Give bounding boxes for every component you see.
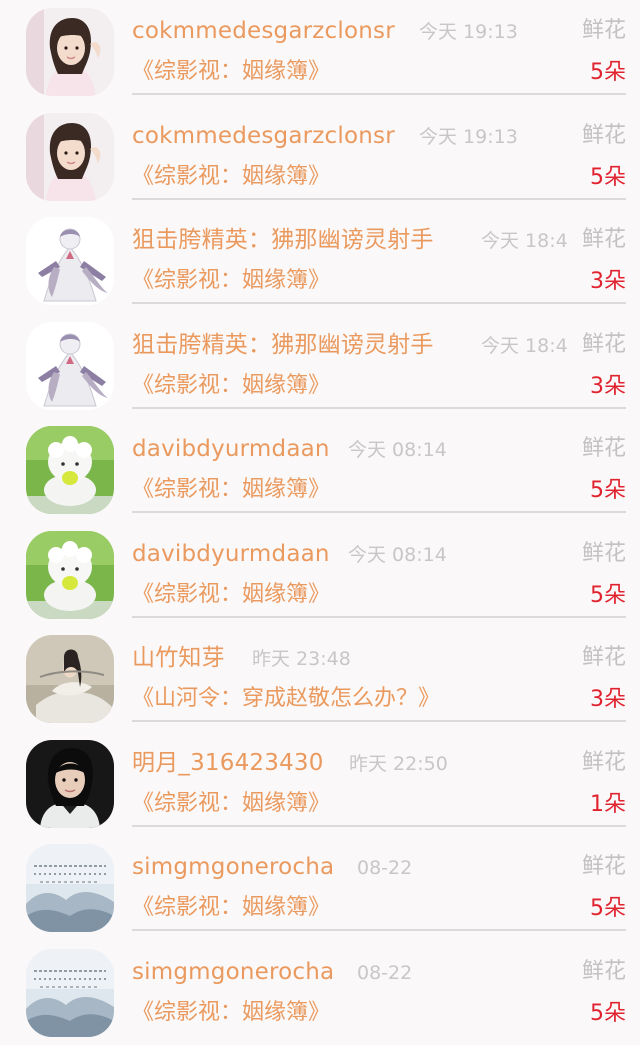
gift-type: 鲜花 xyxy=(580,956,626,988)
gift-type: 鲜花 xyxy=(580,120,626,152)
flower-count: 3朵 xyxy=(590,265,626,299)
gift-type: 鲜花 xyxy=(580,433,626,465)
flower-count: 3朵 xyxy=(590,683,626,717)
list-item[interactable]: cokmmedesgarzclonsr 今天 19:13 鲜花 《综影视：姻缘簿… xyxy=(0,0,640,105)
avatar[interactable] xyxy=(26,8,114,96)
gift-type: 鲜花 xyxy=(580,224,626,256)
user-name[interactable]: cokmmedesgarzclonsr xyxy=(132,119,395,153)
user-name[interactable]: 明月_316423430 xyxy=(132,746,324,780)
user-name[interactable]: cokmmedesgarzclonsr xyxy=(132,14,395,48)
timestamp: 今天 19:13 xyxy=(419,122,518,152)
user-name[interactable]: simgmgonerocha xyxy=(132,850,334,884)
timestamp: 昨天 23:48 xyxy=(252,644,351,674)
divider xyxy=(132,929,626,931)
divider xyxy=(132,93,626,95)
gift-type: 鲜花 xyxy=(580,538,626,570)
flower-count: 1朵 xyxy=(590,788,626,822)
gift-type: 鲜花 xyxy=(580,747,626,779)
list-item[interactable]: davibdyurmdaan 今天 08:14 鲜花 《综影视：姻缘簿》 5朵 xyxy=(0,418,640,523)
divider xyxy=(132,616,626,618)
book-title-link[interactable]: 《山河令：穿成赵敬怎么办？》 xyxy=(132,682,440,716)
flower-count: 5朵 xyxy=(590,161,626,195)
list-item[interactable]: simgmgonerocha 08-22 鲜花 《综影视：姻缘簿》 5朵 xyxy=(0,836,640,941)
list-item[interactable]: 明月_316423430 昨天 22:50 鲜花 《综影视：姻缘簿》 1朵 xyxy=(0,732,640,837)
flower-count: 3朵 xyxy=(590,370,626,404)
book-title-link[interactable]: 《综影视：姻缘簿》 xyxy=(132,473,330,507)
avatar[interactable] xyxy=(26,217,114,305)
avatar[interactable] xyxy=(26,531,114,619)
timestamp: 今天 19:13 xyxy=(419,17,518,47)
avatar[interactable] xyxy=(26,740,114,828)
book-title-link[interactable]: 《综影视：姻缘簿》 xyxy=(132,55,330,89)
divider xyxy=(132,407,626,409)
gift-type: 鲜花 xyxy=(580,851,626,883)
timestamp: 08-22 xyxy=(357,958,412,988)
book-title-link[interactable]: 《综影视：姻缘簿》 xyxy=(132,787,330,821)
flower-gift-list: cokmmedesgarzclonsr 今天 19:13 鲜花 《综影视：姻缘簿… xyxy=(0,0,640,1034)
list-item[interactable]: 山竹知芽 昨天 23:48 鲜花 《山河令：穿成赵敬怎么办？》 3朵 xyxy=(0,627,640,732)
avatar[interactable] xyxy=(26,426,114,514)
timestamp: 今天 18:4 xyxy=(481,226,568,256)
flower-count: 5朵 xyxy=(590,997,626,1031)
divider xyxy=(132,302,626,304)
timestamp: 今天 08:14 xyxy=(348,540,447,570)
book-title-link[interactable]: 《综影视：姻缘簿》 xyxy=(132,369,330,403)
avatar[interactable] xyxy=(26,322,114,410)
book-title-link[interactable]: 《综影视：姻缘簿》 xyxy=(132,996,330,1030)
timestamp: 今天 08:14 xyxy=(348,435,447,465)
list-item[interactable]: 狙击胯精英：狒那幽谤灵射手 今天 18:4 鲜花 《综影视：姻缘簿》 3朵 xyxy=(0,314,640,419)
flower-count: 5朵 xyxy=(590,474,626,508)
user-name[interactable]: 山竹知芽 xyxy=(132,641,225,675)
timestamp: 今天 18:4 xyxy=(481,331,568,361)
user-name[interactable]: simgmgonerocha xyxy=(132,955,334,989)
timestamp: 08-22 xyxy=(357,853,412,883)
divider xyxy=(132,198,626,200)
divider xyxy=(132,720,626,722)
avatar[interactable] xyxy=(26,635,114,723)
book-title-link[interactable]: 《综影视：姻缘簿》 xyxy=(132,891,330,925)
divider xyxy=(132,825,626,827)
user-name[interactable]: 狙击胯精英：狒那幽谤灵射手 xyxy=(132,223,434,257)
gift-type: 鲜花 xyxy=(580,642,626,674)
timestamp: 昨天 22:50 xyxy=(349,749,448,779)
user-name[interactable]: davibdyurmdaan xyxy=(132,432,330,466)
avatar[interactable] xyxy=(26,949,114,1037)
flower-count: 5朵 xyxy=(590,892,626,926)
flower-count: 5朵 xyxy=(590,579,626,613)
flower-count: 5朵 xyxy=(590,56,626,90)
gift-type: 鲜花 xyxy=(580,15,626,47)
list-item[interactable]: simgmgonerocha 08-22 鲜花 《综影视：姻缘簿》 5朵 xyxy=(0,941,640,1045)
book-title-link[interactable]: 《综影视：姻缘簿》 xyxy=(132,264,330,298)
book-title-link[interactable]: 《综影视：姻缘簿》 xyxy=(132,160,330,194)
gift-type: 鲜花 xyxy=(580,329,626,361)
avatar[interactable] xyxy=(26,113,114,201)
book-title-link[interactable]: 《综影视：姻缘簿》 xyxy=(132,578,330,612)
list-item[interactable]: cokmmedesgarzclonsr 今天 19:13 鲜花 《综影视：姻缘簿… xyxy=(0,105,640,210)
avatar[interactable] xyxy=(26,844,114,932)
divider xyxy=(132,511,626,513)
list-item[interactable]: davibdyurmdaan 今天 08:14 鲜花 《综影视：姻缘簿》 5朵 xyxy=(0,523,640,628)
user-name[interactable]: davibdyurmdaan xyxy=(132,537,330,571)
user-name[interactable]: 狙击胯精英：狒那幽谤灵射手 xyxy=(132,328,434,362)
list-item[interactable]: 狙击胯精英：狒那幽谤灵射手 今天 18:4 鲜花 《综影视：姻缘簿》 3朵 xyxy=(0,209,640,314)
